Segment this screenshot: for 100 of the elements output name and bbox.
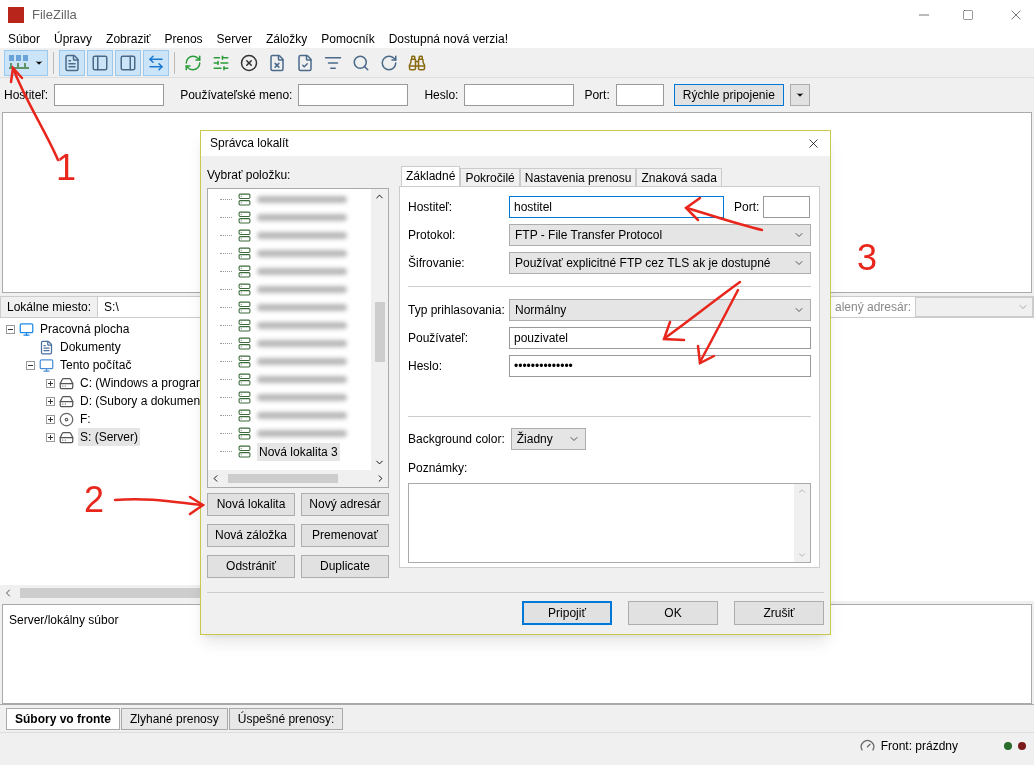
queue-tab[interactable]: Úspešné prenosy:: [228, 708, 344, 730]
dialog-button[interactable]: Zrušiť: [734, 601, 824, 626]
status-light: [1004, 741, 1012, 750]
background-color-select[interactable]: Žiadny: [510, 427, 586, 450]
blurred-item[interactable]: [257, 196, 347, 204]
refresh-icon: [184, 53, 202, 72]
password-label: Heslo:: [424, 87, 459, 104]
vertical-scrollbar[interactable]: [371, 188, 388, 470]
queue-button[interactable]: [143, 49, 169, 76]
expand-icon[interactable]: [46, 414, 55, 424]
server-icon: [238, 445, 251, 459]
blurred-item[interactable]: [257, 232, 347, 240]
blurred-item[interactable]: [257, 394, 347, 402]
server-icon: [238, 427, 251, 441]
local-tree-button[interactable]: [87, 49, 113, 76]
queue-tab[interactable]: Zlyhané prenosy: [121, 708, 228, 730]
server-icon: [238, 265, 251, 279]
server-icon: [238, 211, 251, 225]
expand-icon[interactable]: [46, 378, 55, 388]
log-button[interactable]: [59, 49, 85, 76]
site-item[interactable]: Nová lokalita 3: [257, 442, 340, 461]
tree-item[interactable]: Dokumenty: [58, 338, 123, 356]
remote-site-label: alený adresár:: [834, 299, 912, 316]
menu-item[interactable]: Prenos: [164, 30, 203, 48]
dialog-button[interactable]: Pripojiť: [522, 601, 612, 626]
server-icon: [238, 229, 251, 243]
settings-tab[interactable]: Pokročilé: [460, 167, 520, 186]
collapse-icon[interactable]: [6, 324, 15, 334]
blurred-item[interactable]: [257, 412, 347, 420]
dialog-button[interactable]: Nová záložka: [207, 523, 295, 547]
blurred-item[interactable]: [257, 430, 347, 438]
blurred-item[interactable]: [257, 358, 347, 366]
annotation-number: 3: [857, 240, 878, 276]
user-field[interactable]: pouzivatel: [509, 326, 811, 349]
annotation-number: 1: [56, 150, 77, 186]
settings-tab[interactable]: Nastavenia prenosu: [519, 167, 637, 186]
host-field[interactable]: [54, 84, 165, 106]
menu-item[interactable]: Pomocník: [321, 30, 375, 48]
blurred-item[interactable]: [257, 304, 347, 312]
arrows-icon: [147, 53, 165, 72]
blurred-item[interactable]: [257, 286, 347, 294]
local-site-label: Lokálne miesto:: [1, 297, 99, 317]
dialog-button[interactable]: Odstrániť: [207, 554, 295, 578]
tree-item[interactable]: F:: [78, 410, 93, 428]
port-field[interactable]: [615, 84, 664, 106]
menu-item[interactable]: Dostupná nová verzia!: [388, 30, 509, 48]
blurred-item[interactable]: [257, 250, 347, 258]
expand-icon[interactable]: [46, 432, 55, 442]
collapse-icon[interactable]: [26, 360, 35, 370]
blurred-item[interactable]: [257, 214, 347, 222]
scroll-thumb[interactable]: [228, 473, 338, 483]
menu-item[interactable]: Úpravy: [54, 30, 93, 48]
panel-icon: [91, 53, 109, 72]
tree-item[interactable]: S: (Server): [78, 428, 140, 446]
dialog-button[interactable]: Nová lokalita: [207, 492, 295, 516]
username-label: Používateľské meno:: [180, 87, 293, 104]
logon-type-select[interactable]: Normálny: [509, 298, 811, 321]
scroll-thumb[interactable]: [374, 301, 385, 362]
blurred-item[interactable]: [257, 322, 347, 330]
server-icon: [238, 319, 251, 333]
tree-item[interactable]: D: (Subory a dokumen: [78, 392, 203, 410]
quickconnect-dropdown[interactable]: [789, 84, 810, 106]
dialog-button[interactable]: Premenovať: [301, 523, 389, 547]
server-icon: [238, 373, 251, 387]
blurred-item[interactable]: [257, 340, 347, 348]
blurred-item[interactable]: [257, 268, 347, 276]
server-icon: [238, 193, 251, 207]
blurred-item[interactable]: [257, 376, 347, 384]
queue-tab[interactable]: Súbory vo fronte: [6, 708, 120, 730]
server-icon: [238, 391, 251, 405]
site-manager-button[interactable]: [4, 49, 48, 76]
dialog-button[interactable]: OK: [628, 601, 718, 626]
tree-item[interactable]: Tento počítač: [58, 356, 134, 374]
remote-tree-button[interactable]: [115, 49, 141, 76]
annotation-number: 2: [84, 482, 105, 518]
settings-tab[interactable]: Znaková sada: [636, 167, 722, 186]
dialog-button[interactable]: Nový adresár: [301, 492, 389, 516]
host-field[interactable]: hostitel: [509, 195, 724, 218]
drive-icon: [59, 429, 74, 445]
username-field[interactable]: [298, 84, 409, 106]
menu-item[interactable]: Súbor: [8, 30, 41, 48]
password-field[interactable]: ••••••••••••••: [509, 354, 811, 377]
menu-item[interactable]: Server: [216, 30, 252, 48]
menu-item[interactable]: Zobraziť: [106, 30, 151, 48]
panel-icon: [119, 53, 137, 72]
settings-tab[interactable]: Základné: [401, 165, 461, 186]
port-label: Port:: [584, 87, 610, 104]
encryption-select[interactable]: Používať explicitné FTP cez TLS ak je dostupné: [509, 251, 811, 274]
dialog-button[interactable]: Duplicate: [301, 554, 389, 578]
port-field[interactable]: [763, 195, 811, 218]
tree-item[interactable]: Pracovná plocha: [38, 320, 132, 338]
protocol-select[interactable]: FTP - File Transfer Protocol: [509, 223, 811, 246]
horizontal-scrollbar[interactable]: [208, 469, 388, 487]
menu-item[interactable]: Záložky: [265, 30, 308, 48]
quickconnect-button[interactable]: Rýchle pripojenie: [673, 84, 784, 106]
password-field[interactable]: [464, 84, 575, 106]
remote-path-field[interactable]: [915, 297, 1033, 317]
maximize-icon[interactable]: [962, 9, 974, 21]
expand-icon[interactable]: [46, 396, 55, 406]
background-color-label: Background color:: [408, 430, 505, 448]
